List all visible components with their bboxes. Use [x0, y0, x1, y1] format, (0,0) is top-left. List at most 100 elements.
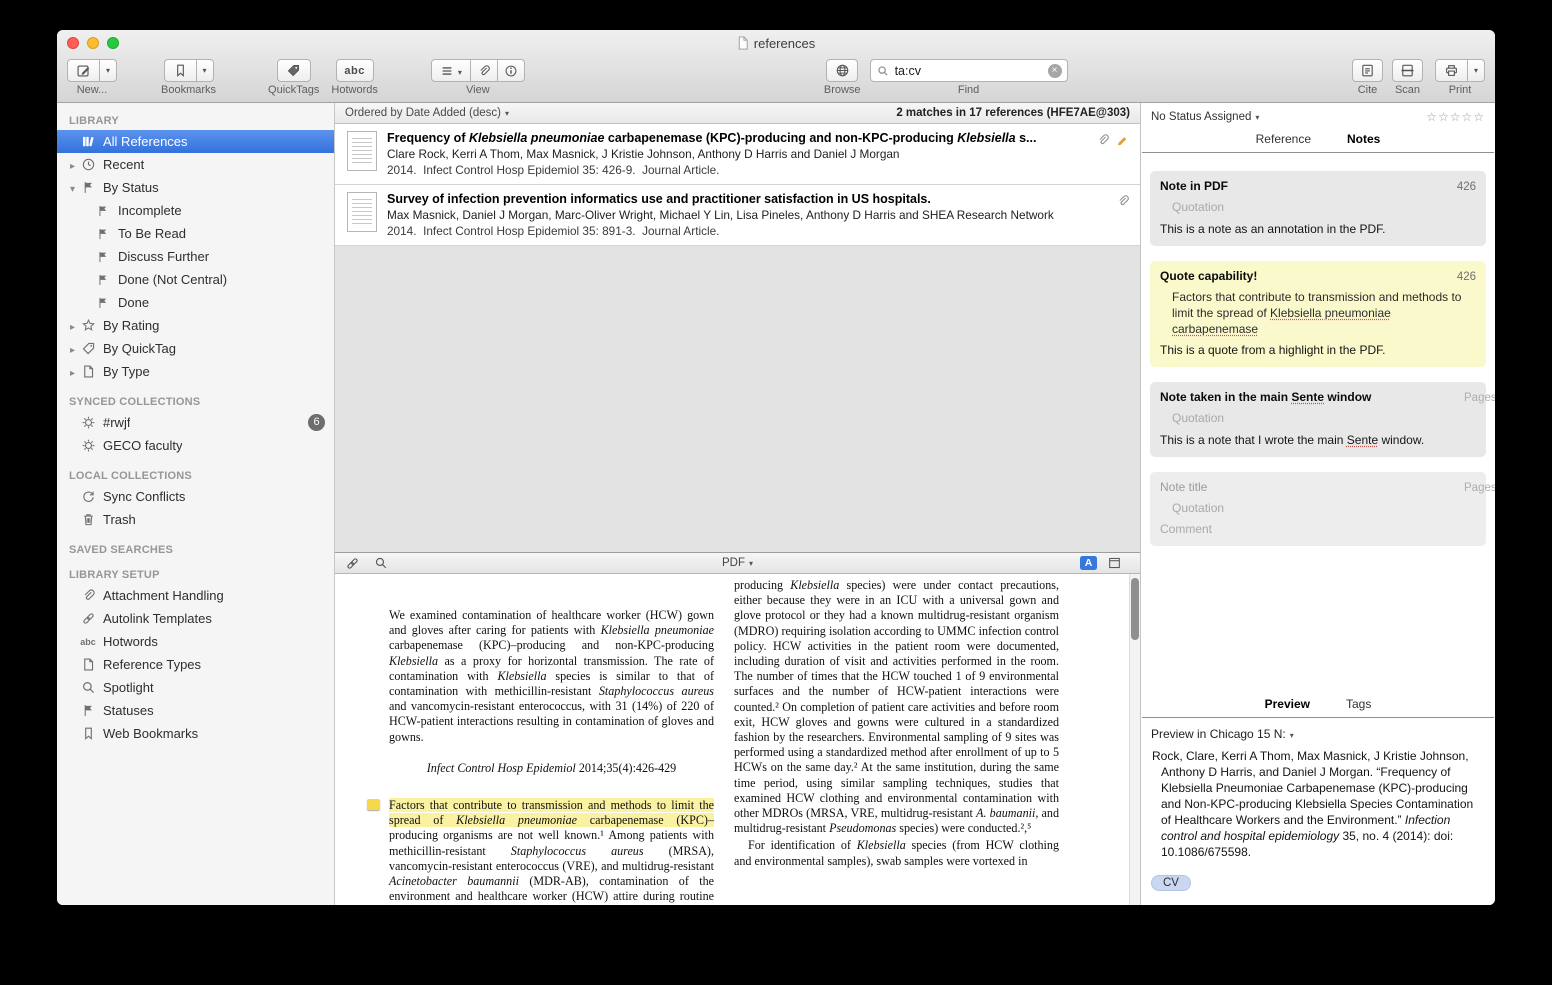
minimize-button[interactable]: [87, 37, 99, 49]
disclosure-triangle-icon[interactable]: [66, 364, 79, 379]
reference-authors: Max Masnick, Daniel J Morgan, Marc-Olive…: [387, 208, 1106, 222]
tab-tags[interactable]: Tags: [1346, 697, 1371, 711]
titlebar[interactable]: references: [57, 30, 1495, 56]
tab-preview[interactable]: Preview: [1265, 697, 1310, 711]
new-dropdown-button[interactable]: [100, 59, 117, 82]
document-thumbnail: [347, 131, 377, 171]
tab-reference[interactable]: Reference: [1256, 132, 1311, 146]
toolbar-group-scan: Scan: [1392, 59, 1423, 96]
text-select-tool-button[interactable]: A: [1080, 556, 1097, 570]
cite-button[interactable]: [1352, 59, 1383, 82]
note-card-empty[interactable]: Note title Pages Quotation Comment: [1150, 472, 1486, 546]
sidebar-item-to-be-read[interactable]: To Be Read: [57, 222, 334, 245]
note-comment: This is a note that I wrote the main Sen…: [1160, 433, 1476, 449]
pdf-format-dropdown[interactable]: PDF: [722, 557, 753, 569]
sidebar-item-hotwords[interactable]: abc Hotwords: [57, 630, 334, 653]
globe-icon: [835, 63, 850, 78]
new-reference-button[interactable]: [67, 59, 100, 82]
quicktags-button[interactable]: [277, 59, 311, 82]
section-header-synced: SYNCED COLLECTIONS: [57, 396, 334, 408]
magnifier-icon[interactable]: [374, 556, 388, 570]
sidebar-item-rwjf[interactable]: #rwjf 6: [57, 411, 334, 434]
disclosure-triangle-icon[interactable]: [66, 157, 79, 172]
note-card[interactable]: Quote capability! 426 Factors that contr…: [1150, 261, 1486, 367]
pdf-scrollbar-thumb[interactable]: [1131, 578, 1139, 640]
pdf-highlight[interactable]: Factors that contribute to transmission …: [389, 798, 714, 905]
info-icon: [504, 64, 518, 78]
tab-notes[interactable]: Notes: [1347, 132, 1380, 146]
rating-stars[interactable]: ☆☆☆☆☆: [1426, 110, 1485, 124]
bookmarks-button[interactable]: [164, 59, 197, 82]
bookmark-icon: [173, 63, 188, 78]
browse-button[interactable]: [826, 59, 858, 82]
reference-meta: 2014. Infect Control Hosp Epidemiol 35: …: [387, 163, 1086, 177]
sidebar-item-by-rating[interactable]: By Rating: [57, 314, 334, 337]
sidebar-item-geco-faculty[interactable]: GECO faculty: [57, 434, 334, 457]
sidebar-item-all-references[interactable]: All References: [57, 130, 334, 153]
flag-icon: [79, 703, 97, 718]
status-dropdown[interactable]: No Status Assigned: [1151, 111, 1259, 123]
sidebar-item-attachment-handling[interactable]: Attachment Handling: [57, 584, 334, 607]
bookmarks-dropdown-button[interactable]: [197, 59, 214, 82]
toolbar-group-quicktags: QuickTags: [268, 59, 319, 96]
view-attachments-button[interactable]: [471, 59, 498, 82]
sidebar-item-done[interactable]: Done: [57, 291, 334, 314]
sidebar-item-by-status[interactable]: By Status: [57, 176, 334, 199]
sidebar-item-autolink-templates[interactable]: Autolink Templates: [57, 607, 334, 630]
app-window: references New...: [57, 30, 1495, 905]
scan-icon: [1400, 63, 1415, 78]
reference-row[interactable]: Survey of infection prevention informati…: [335, 185, 1140, 246]
print-dropdown-button[interactable]: [1468, 59, 1485, 82]
flag-icon: [94, 250, 112, 264]
search-icon: [877, 65, 889, 77]
document-icon: [79, 657, 97, 672]
view-info-button[interactable]: [498, 59, 525, 82]
sidebar-item-incomplete[interactable]: Incomplete: [57, 199, 334, 222]
link-icon[interactable]: [345, 556, 360, 571]
sidebar-item-web-bookmarks[interactable]: Web Bookmarks: [57, 722, 334, 745]
sidebar-item-sync-conflicts[interactable]: Sync Conflicts: [57, 485, 334, 508]
disclosure-triangle-icon[interactable]: [66, 180, 79, 195]
print-button[interactable]: [1435, 59, 1468, 82]
hotwords-button[interactable]: abc: [336, 59, 374, 82]
pdf-page: We examined contamination of healthcare …: [335, 574, 1140, 905]
gear-icon: [79, 438, 97, 453]
sidebar-item-by-type[interactable]: By Type: [57, 360, 334, 383]
tag-icon: [286, 63, 301, 78]
reference-authors: Clare Rock, Kerri A Thom, Max Masnick, J…: [387, 147, 1086, 161]
clear-search-icon[interactable]: [1048, 64, 1062, 78]
zoom-button[interactable]: [107, 37, 119, 49]
close-button[interactable]: [67, 37, 79, 49]
sidebar-item-trash[interactable]: Trash: [57, 508, 334, 531]
sidebar-item-statuses[interactable]: Statuses: [57, 699, 334, 722]
page-layout-icon[interactable]: [1107, 556, 1122, 570]
sidebar-item-by-quicktag[interactable]: By QuickTag: [57, 337, 334, 360]
scan-button[interactable]: [1392, 59, 1423, 82]
printer-icon: [1444, 63, 1459, 78]
flag-icon: [94, 204, 112, 218]
annotation-note-icon[interactable]: [367, 799, 380, 810]
sidebar-item-discuss-further[interactable]: Discuss Further: [57, 245, 334, 268]
sidebar-item-reference-types[interactable]: Reference Types: [57, 653, 334, 676]
note-pages: Pages: [1464, 391, 1476, 403]
note-comment: Comment: [1160, 522, 1476, 538]
search-field[interactable]: [870, 59, 1068, 82]
search-input[interactable]: [893, 63, 1044, 79]
cv-token[interactable]: CV: [1151, 875, 1191, 891]
sidebar-item-spotlight[interactable]: Spotlight: [57, 676, 334, 699]
view-mode-button[interactable]: [431, 59, 471, 82]
toolbar: New... Bookmarks QuickTags: [57, 56, 1495, 102]
disclosure-triangle-icon[interactable]: [66, 341, 79, 356]
note-card[interactable]: Note in PDF 426 Quotation This is a note…: [1150, 171, 1486, 246]
reference-row[interactable]: Frequency of Klebsiella pneumoniae carba…: [335, 124, 1140, 185]
note-card[interactable]: Note taken in the main Sente window Page…: [1150, 382, 1486, 456]
flag-icon: [94, 296, 112, 310]
pdf-scrollbar[interactable]: [1129, 574, 1140, 905]
preview-style-dropdown[interactable]: Preview in Chicago 15 N:: [1151, 727, 1294, 741]
paperclip-icon: [477, 64, 491, 78]
sidebar-item-done-not-central[interactable]: Done (Not Central): [57, 268, 334, 291]
disclosure-triangle-icon[interactable]: [66, 318, 79, 333]
sort-order-control[interactable]: Ordered by Date Added (desc): [345, 107, 509, 119]
pdf-journal-line: Infect Control Hosp Epidemiol 2014;35(4)…: [389, 761, 714, 776]
sidebar-item-recent[interactable]: Recent: [57, 153, 334, 176]
